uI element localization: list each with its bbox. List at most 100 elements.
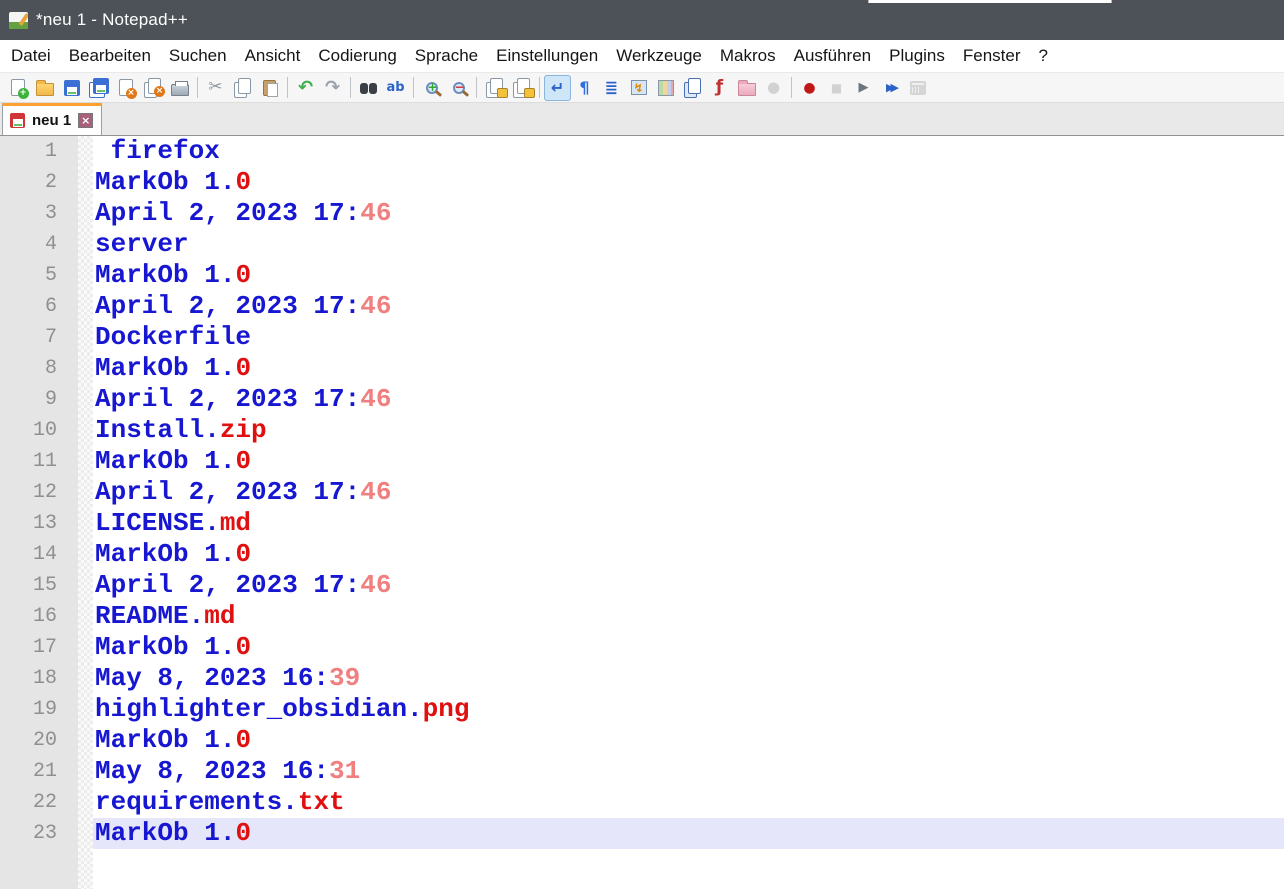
fold-margin[interactable] — [78, 384, 93, 415]
fold-margin[interactable] — [78, 725, 93, 756]
redo-button[interactable]: ↷ — [319, 75, 346, 101]
menu-item-einstellungen[interactable]: Einstellungen — [487, 40, 607, 72]
editor-empty-space[interactable] — [0, 849, 1284, 889]
fold-margin[interactable] — [78, 136, 93, 167]
zoom-in-button[interactable] — [418, 75, 445, 101]
fold-margin[interactable] — [78, 663, 93, 694]
line-text: Dockerfile — [93, 322, 1284, 353]
fold-margin[interactable] — [78, 508, 93, 539]
fold-margin[interactable] — [78, 694, 93, 725]
menu-item-sprache[interactable]: Sprache — [406, 40, 487, 72]
fold-margin[interactable] — [78, 415, 93, 446]
fold-margin[interactable] — [78, 756, 93, 787]
menu-item-ansicht[interactable]: Ansicht — [236, 40, 310, 72]
tab-neu-1[interactable]: neu 1 — [2, 103, 102, 135]
menu-item-fenster[interactable]: Fenster — [954, 40, 1030, 72]
function-list-button[interactable]: ƒ — [706, 75, 733, 101]
macro-save-button[interactable] — [904, 75, 931, 101]
code-line: 4server — [0, 229, 1284, 260]
toolbar-separator — [350, 77, 351, 98]
replace-icon: ab — [386, 81, 404, 94]
show-all-characters-button[interactable]: ¶ — [571, 75, 598, 101]
editor-area[interactable]: 1 firefox2MarkOb 1.03April 2, 2023 17:46… — [0, 136, 1284, 889]
paste-icon — [263, 80, 276, 96]
menu-item-datei[interactable]: Datei — [2, 40, 60, 72]
undo-button[interactable]: ↶ — [292, 75, 319, 101]
fold-margin[interactable] — [78, 632, 93, 663]
monitoring-button[interactable]: ● — [760, 75, 787, 101]
code-line: 5MarkOb 1.0 — [0, 260, 1284, 291]
menu-item-ausfhren[interactable]: Ausführen — [785, 40, 881, 72]
fold-margin[interactable] — [78, 570, 93, 601]
open-file-button[interactable] — [31, 75, 58, 101]
text-segment: zip — [220, 415, 267, 445]
fold-margin[interactable] — [78, 539, 93, 570]
code-line: 12April 2, 2023 17:46 — [0, 477, 1284, 508]
new-file-button[interactable] — [4, 75, 31, 101]
text-segment: 46 — [360, 570, 391, 600]
macro-run-multiple-button[interactable]: ▶▶ — [877, 75, 904, 101]
print-button[interactable] — [166, 75, 193, 101]
fold-margin[interactable] — [78, 291, 93, 322]
text-segment: 46 — [360, 198, 391, 228]
sync-vertical-scroll-icon — [490, 78, 503, 94]
macro-stop-button[interactable]: ■ — [823, 75, 850, 101]
fold-margin[interactable] — [78, 849, 93, 889]
line-number: 1 — [0, 136, 78, 167]
menu-item-codierung[interactable]: Codierung — [309, 40, 405, 72]
line-text: MarkOb 1.0 — [93, 167, 1284, 198]
fold-margin[interactable] — [78, 260, 93, 291]
menu-item-werkzeuge[interactable]: Werkzeuge — [607, 40, 711, 72]
cut-button[interactable]: ✂ — [202, 75, 229, 101]
document-map-button[interactable] — [652, 75, 679, 101]
close-tab-icon[interactable] — [78, 113, 93, 128]
folder-as-workspace-button[interactable] — [733, 75, 760, 101]
menu-item-plugins[interactable]: Plugins — [880, 40, 954, 72]
code-line: 23MarkOb 1.0 — [0, 818, 1284, 849]
fold-margin[interactable] — [78, 787, 93, 818]
tab-label: neu 1 — [32, 112, 71, 129]
fold-margin[interactable] — [78, 446, 93, 477]
sync-horizontal-scroll-button[interactable] — [508, 75, 535, 101]
fold-margin[interactable] — [78, 322, 93, 353]
line-text: April 2, 2023 17:46 — [93, 198, 1284, 229]
text-segment: 46 — [360, 384, 391, 414]
fold-margin[interactable] — [78, 818, 93, 849]
fold-margin[interactable] — [78, 477, 93, 508]
fold-margin[interactable] — [78, 198, 93, 229]
macro-play-button[interactable]: ▶ — [850, 75, 877, 101]
replace-button[interactable]: ab — [382, 75, 409, 101]
copy-button[interactable] — [229, 75, 256, 101]
menu-item-makros[interactable]: Makros — [711, 40, 785, 72]
fold-margin[interactable] — [78, 601, 93, 632]
text-segment: May 8, 2023 16: — [95, 756, 329, 786]
macro-record-button[interactable]: ● — [796, 75, 823, 101]
close-all-button[interactable] — [139, 75, 166, 101]
paste-button[interactable] — [256, 75, 283, 101]
line-number: 21 — [0, 756, 78, 787]
user-defined-language-button[interactable]: ↯ — [625, 75, 652, 101]
close-file-icon — [119, 79, 133, 96]
find-button[interactable] — [355, 75, 382, 101]
text-segment: 0 — [235, 725, 251, 755]
fold-margin[interactable] — [78, 353, 93, 384]
close-file-button[interactable] — [112, 75, 139, 101]
line-number: 5 — [0, 260, 78, 291]
text-segment: MarkOb 1. — [95, 539, 235, 569]
menu-item-?[interactable]: ? — [1030, 40, 1057, 72]
word-wrap-button[interactable]: ↵ — [544, 75, 571, 101]
fold-margin[interactable] — [78, 229, 93, 260]
line-number: 13 — [0, 508, 78, 539]
text-segment: requirements. — [95, 787, 298, 817]
save-file-button[interactable] — [58, 75, 85, 101]
zoom-out-button[interactable] — [445, 75, 472, 101]
text-segment: README. — [95, 601, 204, 631]
toolbar-separator — [197, 77, 198, 98]
show-indent-guide-button[interactable]: ≣ — [598, 75, 625, 101]
menu-item-bearbeiten[interactable]: Bearbeiten — [60, 40, 160, 72]
save-all-button[interactable] — [85, 75, 112, 101]
menu-item-suchen[interactable]: Suchen — [160, 40, 236, 72]
document-list-button[interactable] — [679, 75, 706, 101]
fold-margin[interactable] — [78, 167, 93, 198]
sync-vertical-scroll-button[interactable] — [481, 75, 508, 101]
